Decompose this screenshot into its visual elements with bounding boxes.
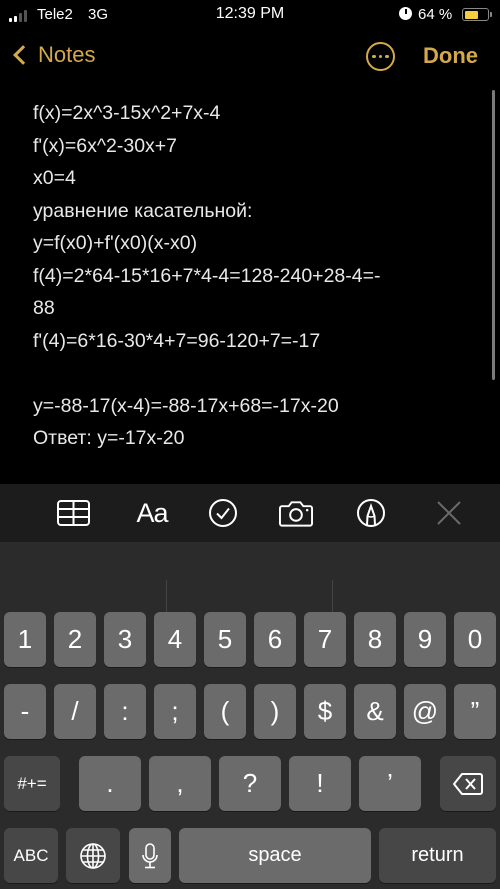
- symbol-key[interactable]: :: [104, 684, 146, 739]
- symbol-key[interactable]: ”: [454, 684, 496, 739]
- number-key[interactable]: 4: [154, 612, 196, 667]
- predictive-text-bar: [0, 542, 500, 613]
- format-button[interactable]: Aa: [132, 497, 172, 529]
- punctuation-key[interactable]: ?: [219, 756, 281, 811]
- markup-button[interactable]: [354, 497, 388, 529]
- battery-percentage: 64 %: [418, 6, 453, 23]
- backspace-icon: [453, 772, 483, 795]
- ellipsis-dot: [378, 54, 383, 59]
- abc-key[interactable]: ABC: [4, 828, 58, 883]
- chevron-left-icon: [13, 45, 33, 65]
- battery-icon: [462, 8, 489, 21]
- punctuation-key[interactable]: !: [289, 756, 351, 811]
- close-toolbar-button[interactable]: [432, 497, 466, 529]
- number-key[interactable]: 9: [404, 612, 446, 667]
- symbol-key[interactable]: &: [354, 684, 396, 739]
- symbol-key[interactable]: $: [304, 684, 346, 739]
- number-key[interactable]: 8: [354, 612, 396, 667]
- punctuation-key[interactable]: ,: [149, 756, 211, 811]
- camera-icon: [279, 501, 313, 527]
- number-key[interactable]: 3: [104, 612, 146, 667]
- prediction-divider: [332, 580, 333, 613]
- microphone-icon: [142, 842, 158, 868]
- battery-level: [464, 10, 478, 19]
- symbol-key[interactable]: -: [4, 684, 46, 739]
- note-line: 88: [33, 297, 55, 319]
- number-key[interactable]: 0: [454, 612, 496, 667]
- note-line: f'(4)=6*16-30*4+7=96-120+7=-17: [33, 329, 321, 352]
- checkmark-circle-icon: [209, 499, 237, 527]
- table-icon: [56, 500, 90, 526]
- number-key[interactable]: 1: [4, 612, 46, 667]
- dictation-key[interactable]: [129, 828, 171, 883]
- return-key[interactable]: return: [379, 828, 496, 883]
- alarm-clock-icon: [399, 7, 412, 20]
- battery-tip: [490, 12, 492, 17]
- scrollbar[interactable]: [492, 90, 495, 380]
- note-line: f(x)=2x^3-15x^2+7x-4: [33, 102, 221, 124]
- prediction-divider: [166, 580, 167, 613]
- ellipsis-circle-icon: [372, 54, 376, 59]
- close-icon: [437, 501, 461, 525]
- symbol-key[interactable]: /: [54, 684, 96, 739]
- table-button[interactable]: [56, 497, 90, 529]
- keyboard: #+= ABC space return 1 2 3 4 5 6 7 8 9 0 - /:;() $ & @…: [0, 542, 500, 889]
- note-line: [33, 357, 473, 390]
- ellipsis-dot: [385, 54, 389, 59]
- number-key[interactable]: 5: [204, 612, 246, 667]
- pen-tip-circle-icon: [357, 499, 385, 527]
- punctuation-key[interactable]: ’: [359, 756, 421, 811]
- note-line: x0=4: [33, 167, 76, 189]
- space-key[interactable]: space: [179, 828, 371, 883]
- symbol-key[interactable]: ): [254, 684, 296, 739]
- done-button[interactable]: Done: [423, 43, 478, 69]
- note-line: Ответ: y=-17x-20: [33, 427, 185, 449]
- navigation-bar: Notes Done: [0, 36, 500, 80]
- back-button[interactable]: Notes: [10, 42, 95, 68]
- number-key[interactable]: 2: [54, 612, 96, 667]
- more-options-button[interactable]: [366, 42, 395, 71]
- symbol-key[interactable]: (: [204, 684, 246, 739]
- note-text-editor[interactable]: f(x)=2x^3-15x^2+7x-4 f'(x)=6x^2-30x+7 x0=4…: [33, 97, 473, 455]
- camera-button[interactable]: [279, 497, 313, 529]
- note-line: y=-88-17(x-4)=-88-17x+68=-17x-20: [33, 394, 339, 417]
- text-format-icon: Aa: [136, 497, 168, 528]
- number-key[interactable]: 6: [254, 612, 296, 667]
- back-label: Notes: [38, 42, 96, 67]
- note-line: f(4)=2*64-15*16+7*4-4=128-240+28-4=-: [33, 264, 381, 287]
- number-key[interactable]: 7: [304, 612, 346, 667]
- note-line: y=f(x0)+f'(x0)(x-x0): [33, 232, 198, 254]
- delete-key[interactable]: [440, 756, 496, 811]
- symbol-key[interactable]: @: [404, 684, 446, 739]
- globe-key[interactable]: [66, 828, 120, 883]
- symbol-key[interactable]: ;: [154, 684, 196, 739]
- symbols-key[interactable]: #+=: [4, 756, 60, 811]
- note-line: уравнение касательной:: [33, 199, 253, 222]
- note-line: f'(x)=6x^2-30x+7: [33, 134, 178, 157]
- globe-icon: [80, 842, 106, 869]
- punctuation-key[interactable]: .: [79, 756, 141, 811]
- status-bar: Tele2 3G 12:39 PM 64 %: [0, 0, 500, 30]
- checklist-button[interactable]: [206, 497, 240, 529]
- editing-toolbar: Aa: [0, 484, 500, 542]
